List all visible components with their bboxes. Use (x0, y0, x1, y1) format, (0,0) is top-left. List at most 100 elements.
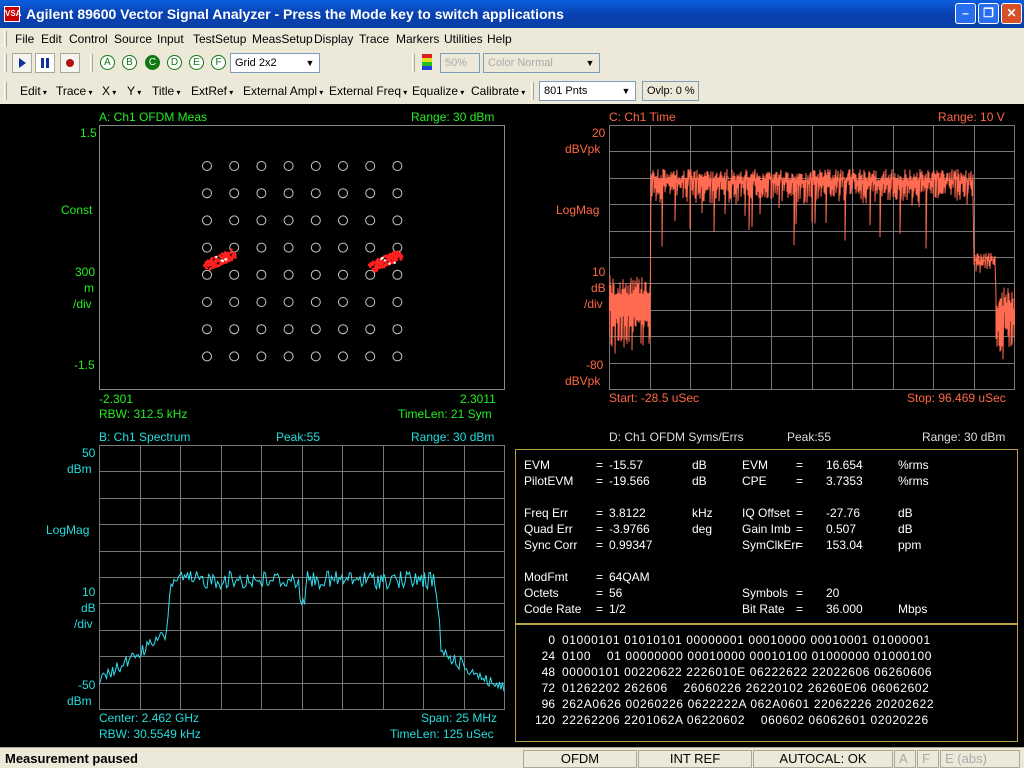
ideal-point (392, 297, 403, 307)
metric-cell: Gain Imb (742, 522, 791, 536)
metric-cell: ModFmt (524, 570, 569, 584)
palette-icon[interactable] (420, 53, 438, 73)
panel-b-title[interactable]: B: Ch1 Spectrum (99, 430, 190, 444)
ideal-point (365, 269, 376, 280)
panel-c-ybot-unit: dBVpk (565, 374, 601, 388)
symbol-point (218, 254, 222, 258)
status-flag-e: E (abs) (940, 750, 1020, 768)
metric-cell: %rms (898, 474, 929, 488)
ovlp-field[interactable]: Ovlp: 0 % (642, 81, 699, 101)
close-button[interactable]: ✕ (1001, 3, 1022, 24)
layout-select[interactable]: Grid 2x2 ▼ (230, 53, 320, 73)
menu-display[interactable]: Display (314, 32, 353, 46)
tb-menu-edit[interactable]: Edit (20, 84, 47, 98)
symbol-point (228, 259, 231, 262)
bits-offset: 96 (541, 697, 555, 711)
metric-cell: -19.566 (609, 474, 650, 488)
symbol-point (369, 265, 372, 269)
symbol-point (399, 258, 403, 261)
app-icon[interactable]: VSA (4, 6, 21, 22)
menu-grip (4, 31, 7, 47)
panel-a-title[interactable]: A: Ch1 OFDM Meas (99, 110, 207, 124)
ofdm-bits-table[interactable]: 0 01000101 01010101 00000001 00010000 000… (515, 624, 1018, 742)
ideal-point (229, 215, 240, 226)
tb-menu-calibrate[interactable]: Calibrate (471, 84, 525, 98)
menu-edit[interactable]: Edit (41, 32, 62, 46)
ideal-point (365, 351, 376, 362)
spectrum-plot[interactable] (99, 445, 505, 710)
pause-button[interactable] (35, 53, 55, 73)
toolbar-separator (531, 82, 534, 100)
ideal-point (256, 188, 267, 199)
percent-field[interactable]: 50% (440, 53, 480, 73)
trace-d-button[interactable]: D (167, 55, 182, 70)
symbol-point (204, 263, 208, 267)
trace-a-button[interactable]: A (100, 55, 115, 70)
symbol-point (369, 262, 373, 266)
metric-cell: Octets (524, 586, 559, 600)
metric-cell: Symbols (742, 586, 789, 600)
menu-testsetup[interactable]: TestSetup (193, 32, 246, 46)
ideal-point (202, 269, 212, 280)
color-select[interactable]: Color Normal ▼ (483, 53, 600, 73)
ideal-point (392, 215, 403, 226)
tb-menu-equalize[interactable]: Equalize (412, 84, 464, 98)
points-select[interactable]: 801 Pnts ▼ (539, 81, 636, 101)
metric-cell: EVM (524, 458, 551, 472)
trace-c-button[interactable]: C (145, 55, 160, 70)
constellation-plot[interactable] (99, 125, 505, 390)
panel-c-title[interactable]: C: Ch1 Time (609, 110, 676, 124)
ideal-point (202, 351, 212, 362)
tb-menu-y[interactable]: Y (127, 84, 141, 98)
record-button[interactable] (60, 53, 80, 73)
tb-menu-trace[interactable]: Trace (56, 84, 92, 98)
menu-source[interactable]: Source (114, 32, 152, 46)
time-plot[interactable] (609, 125, 1015, 390)
metric-cell: = (796, 474, 804, 488)
ofdm-metrics-table[interactable]: EVM = -15.57 dB EVM = 16.654 %rms PilotEVM = -19.5… (515, 449, 1018, 624)
menu-help[interactable]: Help (487, 32, 512, 46)
tb-menu-title[interactable]: Title (152, 84, 180, 98)
menu-trace[interactable]: Trace (359, 32, 389, 46)
tb-menu-extref[interactable]: ExtRef (191, 84, 233, 98)
trace-f-button[interactable]: F (211, 55, 226, 70)
metric-cell: = (596, 538, 604, 552)
chevron-down-icon: ▼ (305, 58, 315, 68)
menu-file[interactable]: File (15, 32, 34, 46)
play-button[interactable] (12, 53, 32, 73)
trace-b-button[interactable]: B (122, 55, 137, 70)
pilot-point (393, 261, 396, 264)
ideal-point (392, 269, 403, 280)
tb-menu-external-freq[interactable]: External Freq (329, 84, 407, 98)
metric-cell: dB (692, 474, 707, 488)
menu-meassetup[interactable]: MeasSetup (252, 32, 313, 46)
metric-cell: Mbps (898, 602, 928, 616)
panel-c-ytop: 20 (592, 126, 606, 140)
ideal-point (256, 242, 267, 253)
menu-control[interactable]: Control (69, 32, 108, 46)
panel-a-rbw: RBW: 312.5 kHz (99, 407, 188, 421)
tb-menu-x[interactable]: X (102, 84, 116, 98)
ideal-point (283, 161, 294, 171)
symbol-point (397, 255, 400, 258)
minimize-button[interactable]: – (955, 3, 976, 24)
metric-cell: CPE (742, 474, 767, 488)
panel-b-timelen: TimeLen: 125 uSec (390, 727, 494, 741)
panel-d-title[interactable]: D: Ch1 OFDM Syms/Errs (609, 430, 744, 444)
ideal-point (202, 297, 212, 307)
symbol-point (392, 257, 396, 261)
ideal-point (365, 242, 376, 253)
tb-menu-external-ampl[interactable]: External Ampl (243, 84, 323, 98)
menu-utilities[interactable]: Utilities (444, 32, 483, 46)
restore-button[interactable]: ❐ (978, 3, 999, 24)
menu-input[interactable]: Input (157, 32, 184, 46)
trace-e-button[interactable]: E (189, 55, 204, 70)
menu-markers[interactable]: Markers (396, 32, 439, 46)
ideal-point (365, 215, 376, 226)
panel-a-xleft: -2.301 (99, 392, 134, 406)
ideal-point (338, 188, 348, 199)
metric-cell: -27.76 (826, 506, 861, 520)
panel-c-start: Start: -28.5 uSec (609, 391, 700, 405)
points-select-value: 801 Pnts (544, 85, 588, 97)
bits-row: 22262206 2201062A 06220602 060602 060626… (562, 713, 929, 727)
